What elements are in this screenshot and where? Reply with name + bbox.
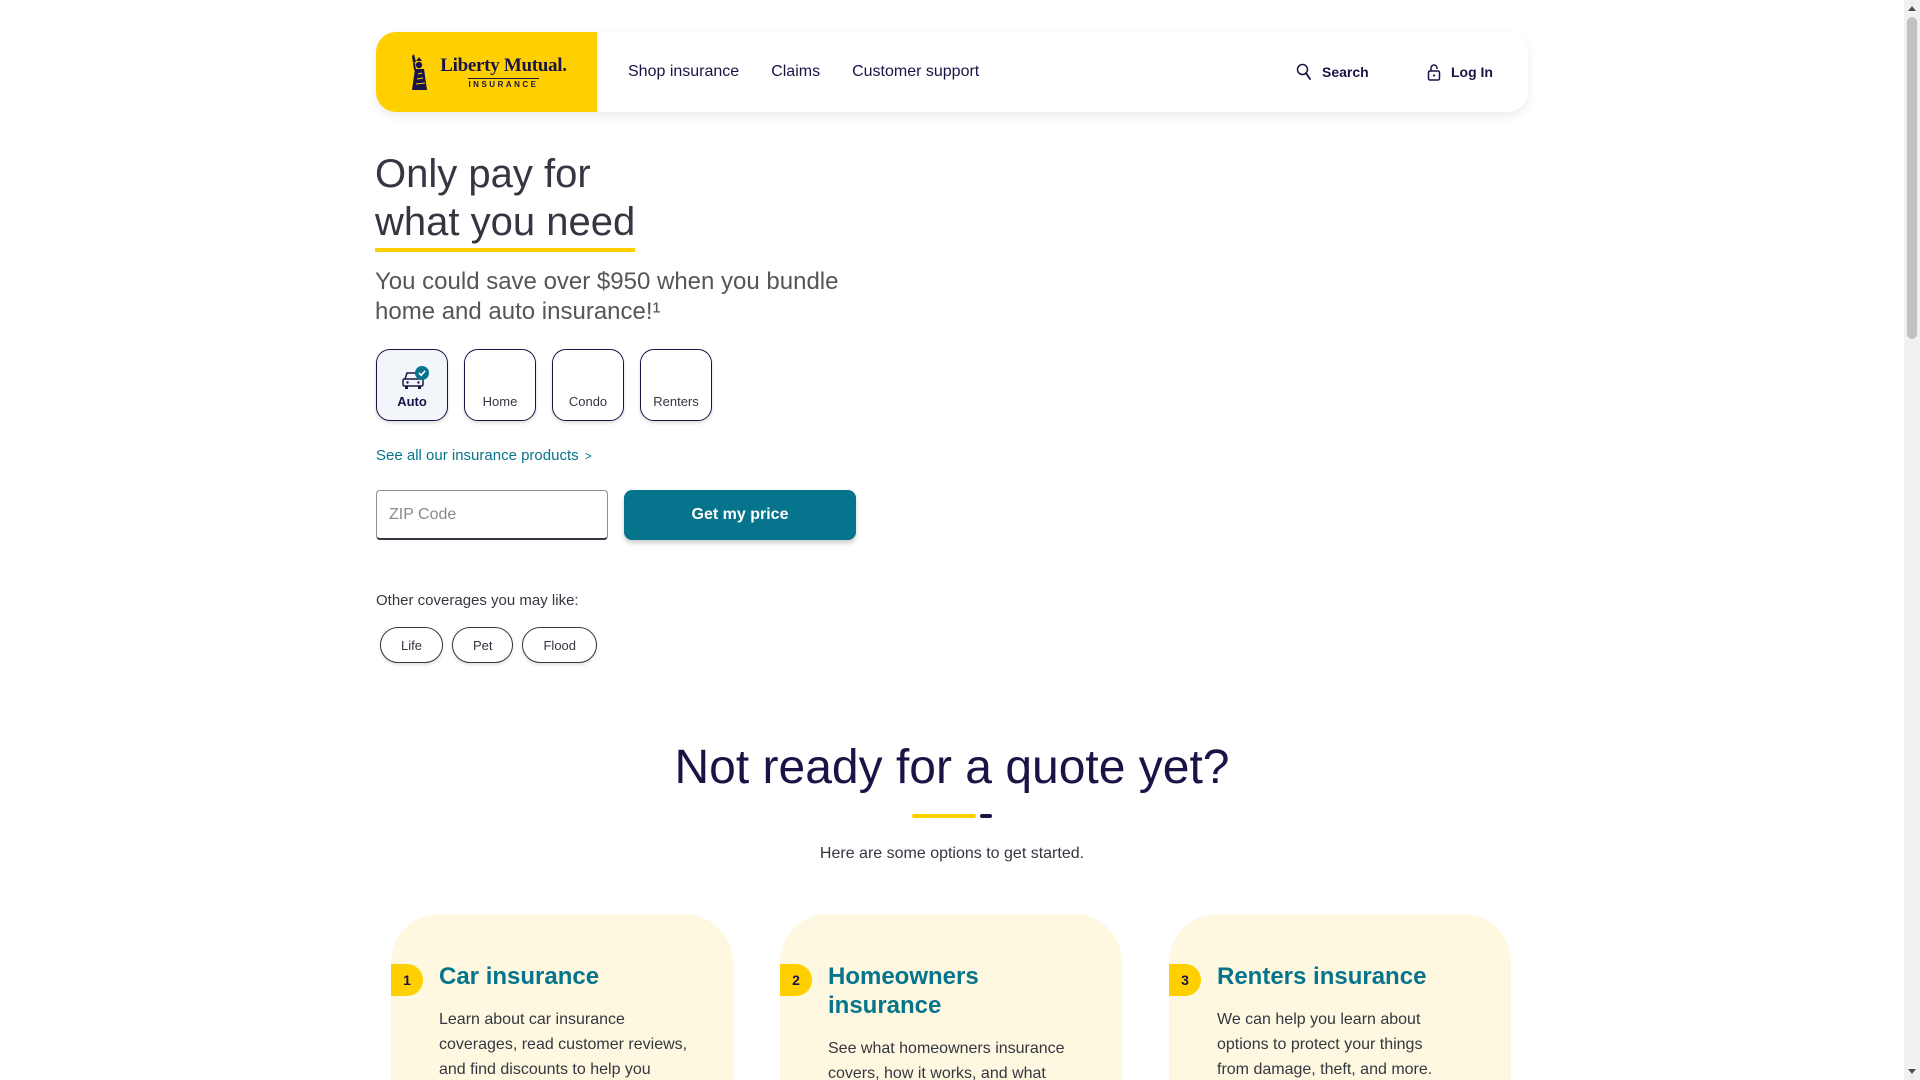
scroll-down-arrow-icon[interactable] (1904, 1064, 1920, 1080)
chevron-right-icon: > (584, 449, 592, 463)
other-coverages-chips: Life Pet Flood (380, 627, 598, 663)
product-tile-auto[interactable]: Auto (376, 349, 448, 421)
hero-title-line1: Only pay for (375, 152, 591, 196)
site-header: Liberty Mutual. INSURANCE Shop insurance… (376, 32, 1528, 112)
product-tile-label: Home (482, 394, 518, 409)
section-title-underline (912, 814, 976, 818)
product-tile-label: Condo (568, 394, 608, 409)
section-title-underline-accent (980, 814, 992, 818)
product-selector: Auto Home Condo Renters (376, 349, 712, 421)
main-nav: Shop insurance Claims Customer support (628, 32, 979, 112)
card-title[interactable]: Renters insurance (1217, 962, 1477, 991)
scroll-up-arrow-icon[interactable] (1904, 0, 1920, 16)
search-button[interactable]: Search (1296, 32, 1369, 112)
product-tile-label: Renters (653, 394, 699, 409)
product-tile-renters[interactable]: Renters (640, 349, 712, 421)
coverage-chip-life[interactable]: Life (380, 627, 443, 663)
see-all-label: See all our insurance products (376, 447, 579, 464)
step-badge: 1 (391, 964, 423, 996)
coverage-chip-flood[interactable]: Flood (522, 627, 598, 663)
card-text: We can help you learn about options to p… (1217, 1011, 1433, 1078)
logo-subtitle: INSURANCE (468, 78, 539, 89)
step-badge: 2 (780, 964, 812, 996)
zip-code-input[interactable] (376, 490, 608, 540)
option-card-renters[interactable]: 3 Renters insurance We can help you lear… (1169, 914, 1511, 1080)
search-icon (1296, 63, 1311, 80)
card-text: Learn about car insurance coverages, rea… (439, 1011, 688, 1078)
product-tile-condo[interactable]: Condo (552, 349, 624, 421)
page: Liberty Mutual. INSURANCE Shop insurance… (0, 0, 1904, 1080)
see-all-products-link[interactable]: See all our insurance products > (376, 447, 592, 464)
hero-subtitle: You could save over $950 when you bundle… (375, 268, 839, 325)
checkmark-icon (415, 366, 429, 380)
section-title: Not ready for a quote yet? (674, 741, 1230, 794)
get-my-price-button[interactable]: Get my price (624, 490, 856, 540)
scrollbar-thumb[interactable] (1907, 17, 1917, 339)
nav-shop-insurance[interactable]: Shop insurance (628, 63, 739, 81)
lock-icon (1427, 64, 1441, 81)
option-card-homeowners[interactable]: 2 Homeowners insurance See what homeowne… (780, 914, 1122, 1080)
option-card-car[interactable]: 1 Car insurance Learn about car insuranc… (391, 914, 733, 1080)
card-title[interactable]: Car insurance (439, 962, 699, 991)
hero-title: Only pay for what you need (375, 150, 636, 252)
nav-claims[interactable]: Claims (771, 63, 820, 81)
login-button[interactable]: Log In (1427, 32, 1493, 112)
coverage-chip-pet[interactable]: Pet (451, 627, 514, 663)
other-coverages-label: Other coverages you may like: (376, 592, 579, 609)
vertical-scrollbar[interactable] (1904, 0, 1920, 1080)
card-title[interactable]: Homeowners insurance (828, 962, 1028, 1020)
statue-of-liberty-icon (412, 54, 428, 90)
logo-wordmark: Liberty Mutual. (440, 55, 567, 76)
liberty-mutual-logo[interactable]: Liberty Mutual. INSURANCE (376, 32, 597, 112)
section-subtitle: Here are some options to get started. (819, 845, 1085, 862)
step-badge: 3 (1169, 964, 1201, 996)
search-label: Search (1322, 64, 1369, 80)
nav-customer-support[interactable]: Customer support (852, 63, 979, 81)
login-label: Log In (1451, 64, 1493, 80)
hero-title-line2: what you need (375, 198, 636, 252)
product-tile-label: Auto (397, 394, 427, 409)
product-tile-home[interactable]: Home (464, 349, 536, 421)
card-text: See what homeowners insurance covers, ho… (828, 1040, 1065, 1080)
